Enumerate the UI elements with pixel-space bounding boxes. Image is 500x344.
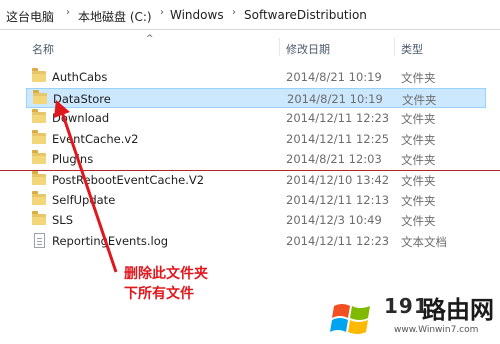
file-type: 文件夹: [401, 214, 436, 228]
column-header: ^ 名称 修改日期 类型: [0, 34, 500, 58]
file-type: 文件夹: [401, 194, 436, 208]
file-date: 2014/12/11 12:23: [286, 234, 390, 248]
watermark-url: www.Winwin7.com: [394, 325, 479, 335]
chevron-right-icon[interactable]: ›: [160, 7, 164, 18]
column-type-header[interactable]: 类型: [401, 41, 423, 57]
column-date-header[interactable]: 修改日期: [286, 41, 330, 57]
annotation-line-1: 删除此文件夹: [124, 266, 208, 282]
file-type: 文件夹: [401, 71, 436, 85]
file-row-reportingevents[interactable]: ReportingEvents.log 2014/12/11 12:23 文本文…: [26, 231, 486, 251]
file-type: 文本文档: [401, 235, 447, 249]
file-row-download[interactable]: Download 2014/12/11 12:23 文件夹: [26, 108, 486, 128]
file-type: 文件夹: [401, 133, 436, 147]
file-date: 2014/12/10 13:42: [286, 173, 390, 187]
file-row-sls[interactable]: SLS 2014/12/3 10:49 文件夹: [26, 210, 486, 230]
file-name: EventCache.v2: [52, 132, 139, 146]
breadcrumb: 这台电脑 › 本地磁盘 (C:) › Windows › SoftwareDis…: [0, 0, 500, 30]
annotation-divider-line: [0, 170, 500, 171]
file-date: 2014/12/11 12:13: [286, 193, 390, 207]
folder-icon: [32, 211, 46, 225]
folder-icon: [32, 150, 46, 164]
chevron-right-icon[interactable]: ›: [66, 7, 70, 18]
file-date: 2014/12/3 10:49: [286, 213, 382, 227]
breadcrumb-item-softwaredistribution[interactable]: SoftwareDistribution: [244, 8, 367, 22]
folder-icon: [33, 90, 47, 104]
folder-icon: [32, 191, 46, 205]
file-name: AuthCabs: [52, 70, 108, 84]
watermark-site-name: 路由网: [422, 296, 494, 324]
file-row-plugins[interactable]: Plugins 2014/8/21 12:03 文件夹: [26, 149, 486, 169]
file-type: 文件夹: [402, 93, 437, 107]
file-date: 2014/12/11 12:23: [286, 111, 390, 125]
file-name: DataStore: [53, 92, 111, 106]
column-name-header[interactable]: 名称: [32, 41, 54, 57]
column-divider[interactable]: [279, 38, 280, 56]
annotation-line-2: 下所有文件: [124, 286, 194, 302]
file-row-selfupdate[interactable]: SelfUpdate 2014/12/11 12:13 文件夹: [26, 190, 486, 210]
file-name: Download: [52, 111, 110, 125]
file-type: 文件夹: [401, 174, 436, 188]
folder-icon: [32, 109, 46, 123]
file-name: ReportingEvents.log: [52, 234, 169, 248]
breadcrumb-item-local-disk[interactable]: 本地磁盘 (C:): [78, 8, 152, 25]
file-date: 2014/8/21 10:19: [287, 92, 383, 106]
folder-icon: [32, 68, 46, 82]
file-date: 2014/12/11 12:25: [286, 132, 390, 146]
windows-logo-icon: [330, 304, 370, 334]
file-name: SelfUpdate: [52, 193, 116, 207]
folder-icon: [32, 130, 46, 144]
file-row-eventcache[interactable]: EventCache.v2 2014/12/11 12:25 文件夹: [26, 129, 486, 149]
breadcrumb-item-windows[interactable]: Windows: [170, 8, 224, 22]
chevron-right-icon[interactable]: ›: [232, 7, 236, 18]
file-name: Plugins: [52, 152, 94, 166]
file-date: 2014/8/21 10:19: [286, 70, 382, 84]
file-row-postrebooteventcache[interactable]: PostRebootEventCache.V2 2014/12/10 13:42…: [26, 170, 486, 190]
file-type: 文件夹: [401, 112, 436, 126]
folder-icon: [32, 171, 46, 185]
file-type: 文件夹: [401, 153, 436, 167]
text-file-icon: [34, 233, 45, 248]
file-date: 2014/8/21 12:03: [286, 152, 382, 166]
sort-up-icon: ^: [146, 34, 154, 44]
breadcrumb-item-this-pc[interactable]: 这台电脑: [6, 8, 54, 25]
site-watermark: 191 路由网 www.Winwin7.com: [330, 290, 500, 344]
column-divider[interactable]: [394, 38, 395, 56]
file-row-authcabs[interactable]: AuthCabs 2014/8/21 10:19 文件夹: [26, 67, 486, 87]
file-name: PostRebootEventCache.V2: [52, 173, 205, 187]
annotation-text: 删除此文件夹 下所有文件: [124, 264, 208, 304]
file-name: SLS: [52, 213, 74, 227]
file-row-datastore[interactable]: DataStore 2014/8/21 10:19 文件夹: [26, 88, 486, 108]
